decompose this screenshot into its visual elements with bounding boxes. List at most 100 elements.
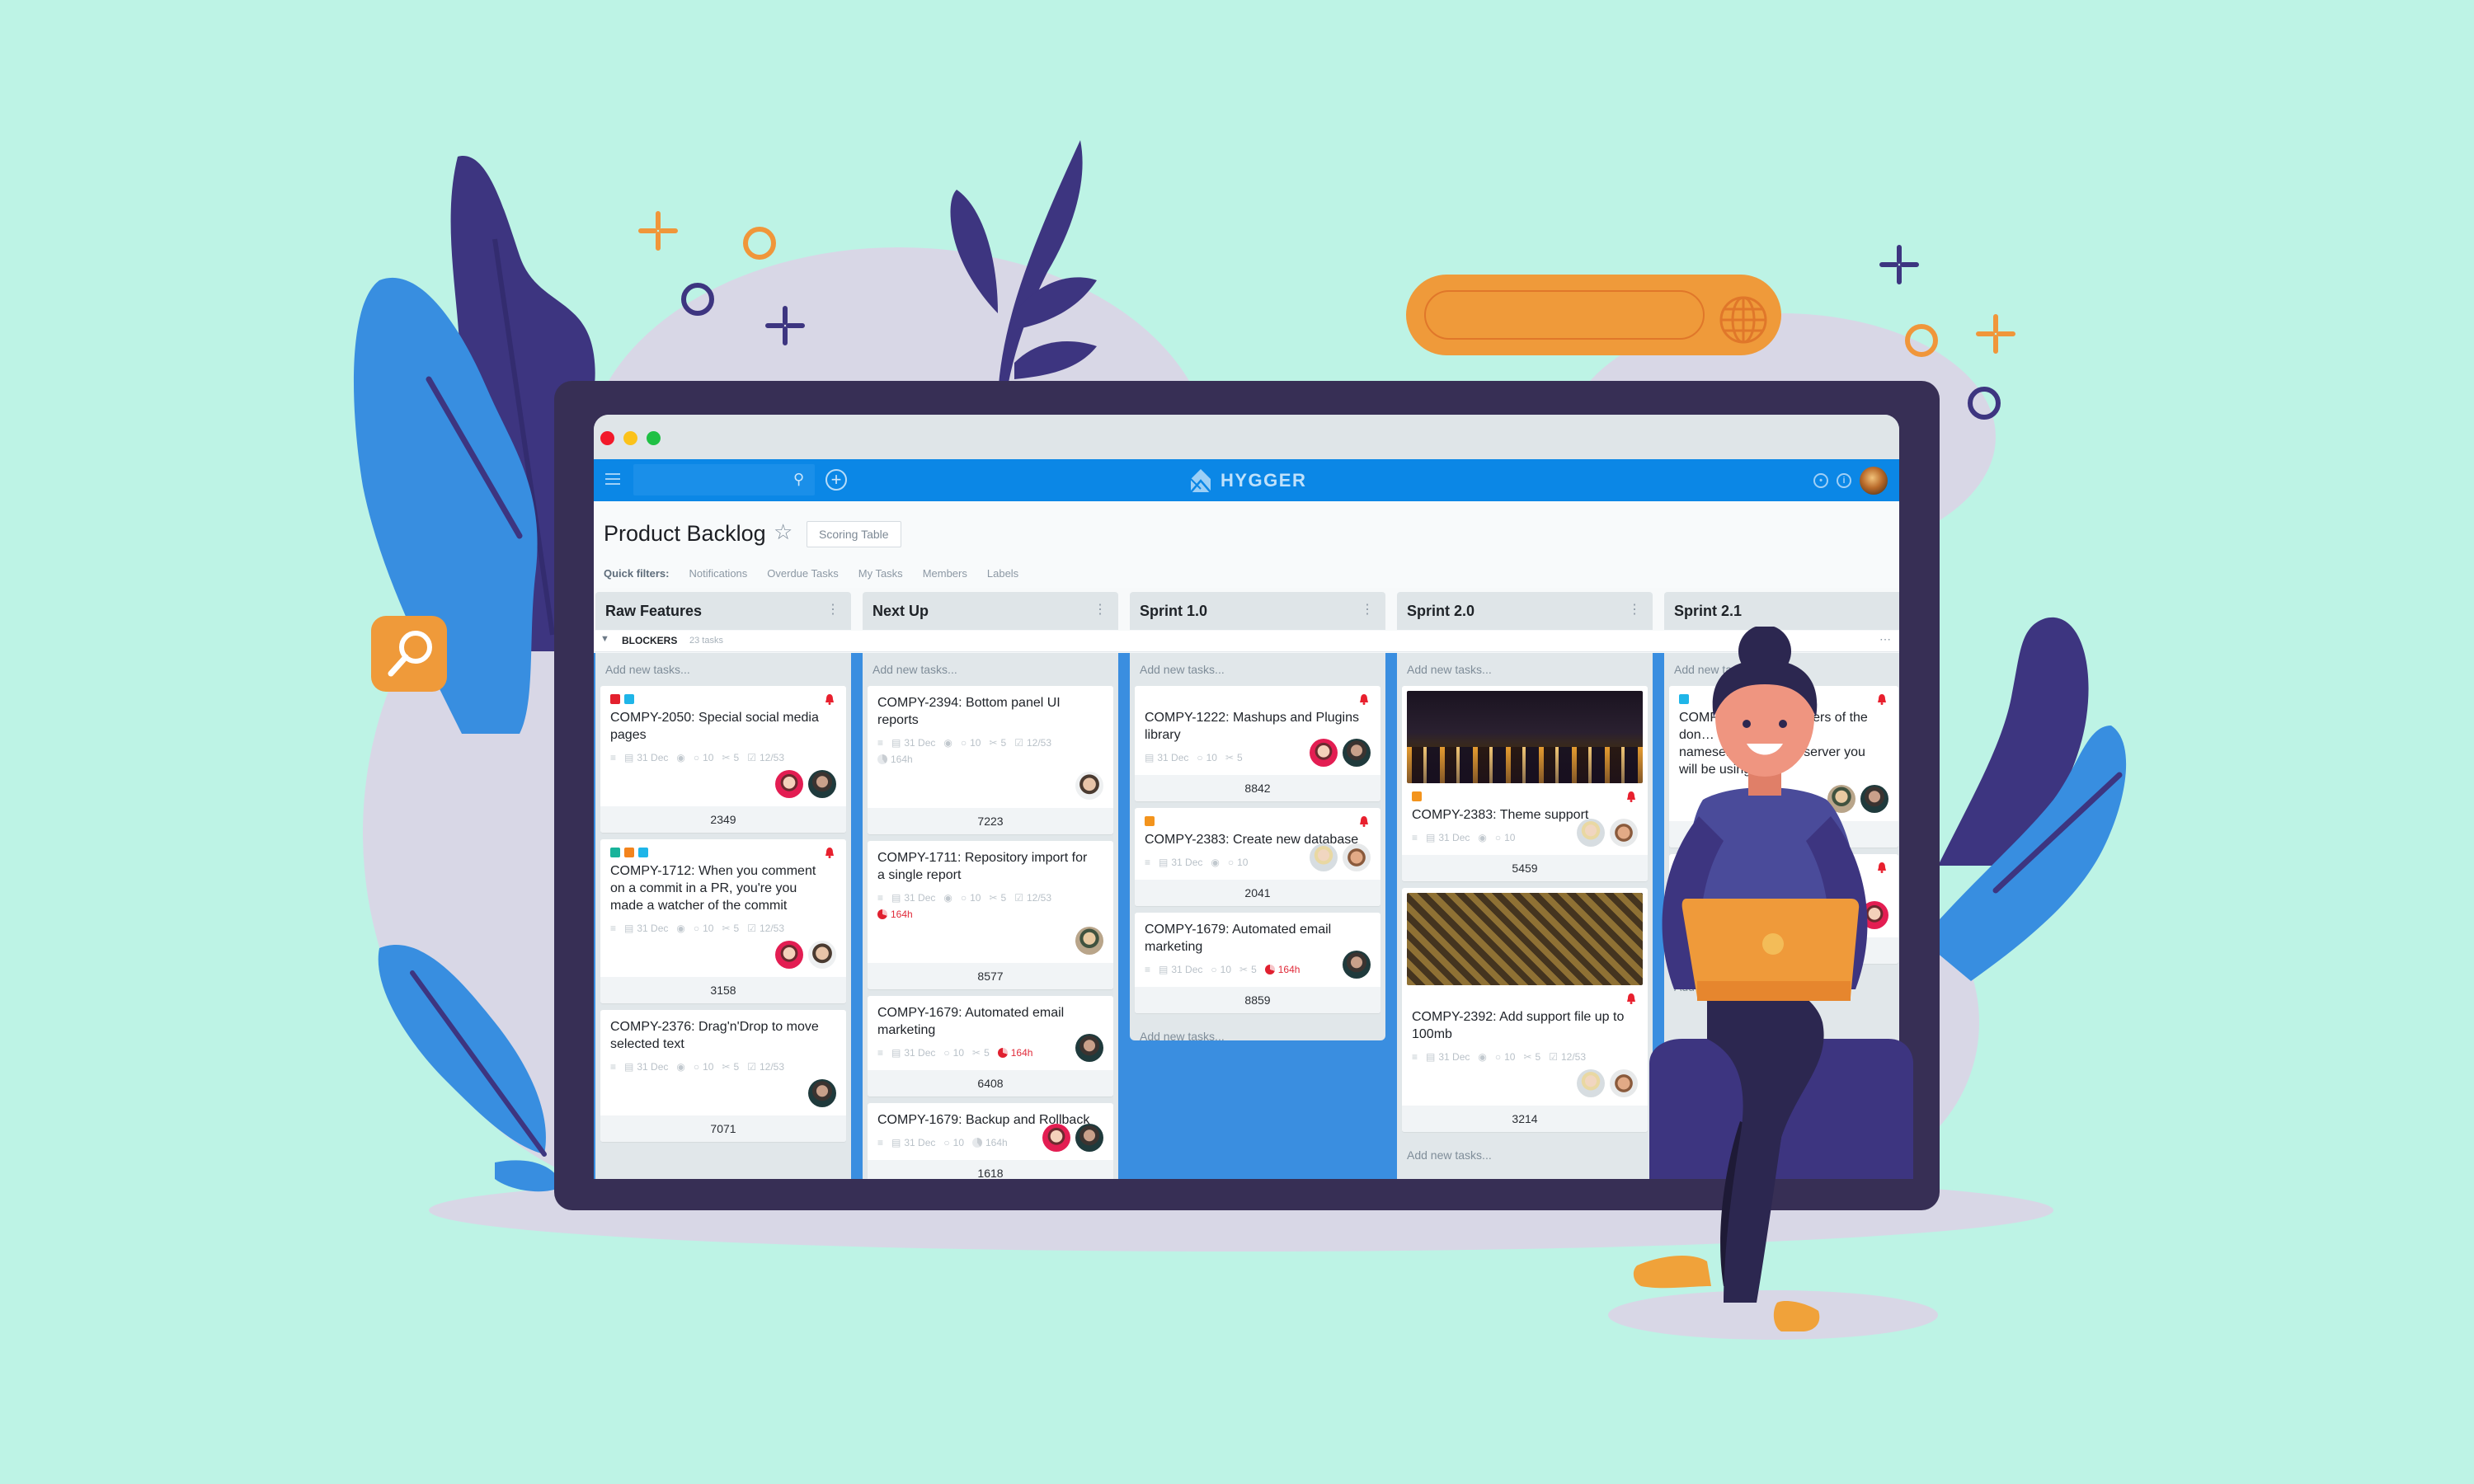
assignee-avatar[interactable] <box>1343 843 1371 871</box>
column-header-sprint-1-0[interactable]: Sprint 1.0 ⋮ <box>1130 592 1385 630</box>
task-card[interactable]: COMPY-2383: Theme support ≡ ▤ 31 Dec ◉ ○ 10 545… <box>1402 686 1648 881</box>
add-task-input[interactable]: Add new tasks... <box>868 653 1113 686</box>
column-menu-icon[interactable]: ⋮ <box>1361 602 1374 618</box>
filter-notifications[interactable]: Notifications <box>689 567 747 580</box>
column-header-raw-features[interactable]: Raw Features ⋮ <box>595 592 851 630</box>
time-tracking-meta: 164h <box>1264 964 1300 975</box>
card-title[interactable]: COMPY-1679: Backup and Rollback <box>877 1111 1103 1129</box>
comments-value: 10 <box>1220 964 1231 975</box>
column-header-sprint-2-0[interactable]: Sprint 2.0 ⋮ <box>1397 592 1653 630</box>
search-icon[interactable]: ⚲ <box>793 472 804 486</box>
task-card[interactable]: COMPY-1679: Automated email marketing ≡ ▤ 3… <box>868 996 1113 1097</box>
assignee-avatar[interactable] <box>775 770 803 798</box>
column-menu-icon[interactable]: ⋮ <box>826 602 840 618</box>
assignee-avatar[interactable] <box>808 770 836 798</box>
sparkle-circle-orange-1 <box>743 227 776 260</box>
scoring-table-button[interactable]: Scoring Table <box>807 521 901 547</box>
column-header-next-up[interactable]: Next Up ⋮ <box>863 592 1118 630</box>
card-title[interactable]: COMPY-2394: Bottom panel UI reports <box>877 694 1103 729</box>
assignee-avatar[interactable] <box>1310 739 1338 767</box>
label-tag[interactable] <box>638 848 648 857</box>
window-close-button[interactable] <box>600 431 614 445</box>
checklist-value: 12/53 <box>1027 892 1052 904</box>
attachments-value: 5 <box>1000 892 1007 904</box>
attachments-value: 5 <box>733 923 740 934</box>
task-card[interactable]: COMPY-1711: Repository import for a sing… <box>868 841 1113 989</box>
comments-value: 10 <box>1504 1051 1516 1063</box>
task-card[interactable]: COMPY-2383: Create new database ≡ ▤ 31 Dec ◉… <box>1135 808 1380 906</box>
notification-bell-icon[interactable] <box>1359 816 1369 827</box>
card-score: 2041 <box>1135 880 1380 906</box>
assignee-avatar[interactable] <box>1075 772 1103 800</box>
search-input[interactable] <box>633 464 815 495</box>
card-title[interactable]: COMPY-1712: When you comment on a commit… <box>610 862 836 914</box>
assignee-avatar[interactable] <box>808 941 836 969</box>
assignee-avatar[interactable] <box>1343 739 1371 767</box>
notification-bell-icon[interactable] <box>825 848 835 858</box>
notification-bell-icon[interactable] <box>825 694 835 705</box>
assignee-avatar[interactable] <box>775 941 803 969</box>
label-tag[interactable] <box>624 694 634 704</box>
add-task-input[interactable]: Add new tasks... <box>1402 653 1648 686</box>
card-title[interactable]: COMPY-2392: Add support file up to 100mb <box>1412 1008 1638 1043</box>
shoe-left <box>1633 1256 1711 1289</box>
label-tag[interactable] <box>610 694 620 704</box>
due-date-meta: ▤ 31 Dec <box>1426 1051 1470 1063</box>
filter-members[interactable]: Members <box>923 567 967 580</box>
card-body: COMPY-1711: Repository import for a sing… <box>868 841 1113 963</box>
task-card[interactable]: COMPY-2392: Add support file up to 100mb… <box>1402 888 1648 1132</box>
card-title[interactable]: COMPY-1711: Repository import for a sing… <box>877 849 1103 884</box>
task-card[interactable]: COMPY-1679: Backup and Rollback ≡ ▤ 31 Dec ○… <box>868 1103 1113 1179</box>
notification-bell-icon[interactable] <box>1359 694 1369 705</box>
task-card[interactable]: COMPY-2050: Special social media pages ≡ ▤… <box>600 686 846 833</box>
card-title[interactable]: COMPY-2376: Drag'n'Drop to move selected… <box>610 1018 836 1053</box>
label-tag[interactable] <box>610 848 620 857</box>
card-title[interactable]: COMPY-2383: Create new database <box>1145 831 1371 848</box>
assignee-avatar[interactable] <box>1343 951 1371 979</box>
clock-icon[interactable]: • <box>1813 473 1828 488</box>
filter-labels[interactable]: Labels <box>987 567 1018 580</box>
task-card[interactable]: COMPY-1712: When you comment on a commit… <box>600 839 846 1003</box>
add-task-bottom[interactable]: Add new tasks... <box>1135 1020 1380 1053</box>
label-tag[interactable] <box>1145 816 1155 826</box>
add-task-input[interactable]: Add new tasks... <box>600 653 846 686</box>
collapse-caret-icon[interactable]: ▼ <box>600 634 609 644</box>
assignee-avatar[interactable] <box>1075 1034 1103 1062</box>
card-title[interactable]: COMPY-2050: Special social media pages <box>610 709 836 744</box>
user-avatar[interactable] <box>1860 467 1888 495</box>
assignee-avatar[interactable] <box>1075 1124 1103 1152</box>
assignee-avatar[interactable] <box>1577 1069 1605 1097</box>
label-tag[interactable] <box>1412 791 1422 801</box>
label-tag[interactable] <box>624 848 634 857</box>
assignee-avatar[interactable] <box>1075 927 1103 955</box>
column-menu-icon[interactable]: ⋮ <box>1094 602 1107 618</box>
attachments-icon: ✂ <box>989 892 998 904</box>
task-card[interactable]: COMPY-2394: Bottom panel UI reports ≡ ▤ 31 … <box>868 686 1113 834</box>
card-body: COMPY-1679: Automated email marketing ≡ ▤ 3… <box>868 996 1113 1070</box>
window-maximize-button[interactable] <box>647 431 661 445</box>
column-header-sprint-2-1[interactable]: Sprint 2.1 <box>1664 592 1899 630</box>
add-task-input[interactable]: Add new tasks... <box>1135 653 1380 686</box>
column-title: Sprint 2.0 <box>1407 603 1475 619</box>
column-menu-icon[interactable]: ⋮ <box>1628 602 1641 618</box>
brand-logo[interactable]: HYGGER <box>1189 467 1306 494</box>
task-card[interactable]: COMPY-1679: Automated email marketing ≡ ▤ 3… <box>1135 913 1380 1013</box>
filter-overdue-tasks[interactable]: Overdue Tasks <box>767 567 838 580</box>
card-cover-image-ornate-ceiling <box>1407 893 1643 985</box>
favorite-star-icon[interactable]: ☆ <box>774 519 793 545</box>
task-card[interactable]: COMPY-1222: Mashups and Plugins library ▤… <box>1135 686 1380 801</box>
info-icon[interactable]: i <box>1837 473 1851 488</box>
filter-my-tasks[interactable]: My Tasks <box>858 567 903 580</box>
assignee-avatar[interactable] <box>808 1079 836 1107</box>
sparkle-circle-navy-1 <box>681 283 714 316</box>
card-meta: ≡ ▤ 31 Dec ◉ ○ 10 ✂ 5 ☑ 12/53 <box>610 923 836 934</box>
task-card[interactable]: COMPY-2376: Drag'n'Drop to move selected… <box>600 1010 846 1142</box>
assignee-avatar[interactable] <box>1042 1124 1070 1152</box>
watchers-icon: ◉ <box>1211 857 1220 868</box>
window-minimize-button[interactable] <box>623 431 637 445</box>
menu-hamburger-icon[interactable] <box>605 473 620 486</box>
add-task-bottom[interactable]: Add new tasks... <box>1402 1139 1648 1172</box>
plus-circle-icon[interactable]: + <box>825 469 847 491</box>
assignee-avatar[interactable] <box>1577 819 1605 847</box>
assignee-avatar[interactable] <box>1310 843 1338 871</box>
